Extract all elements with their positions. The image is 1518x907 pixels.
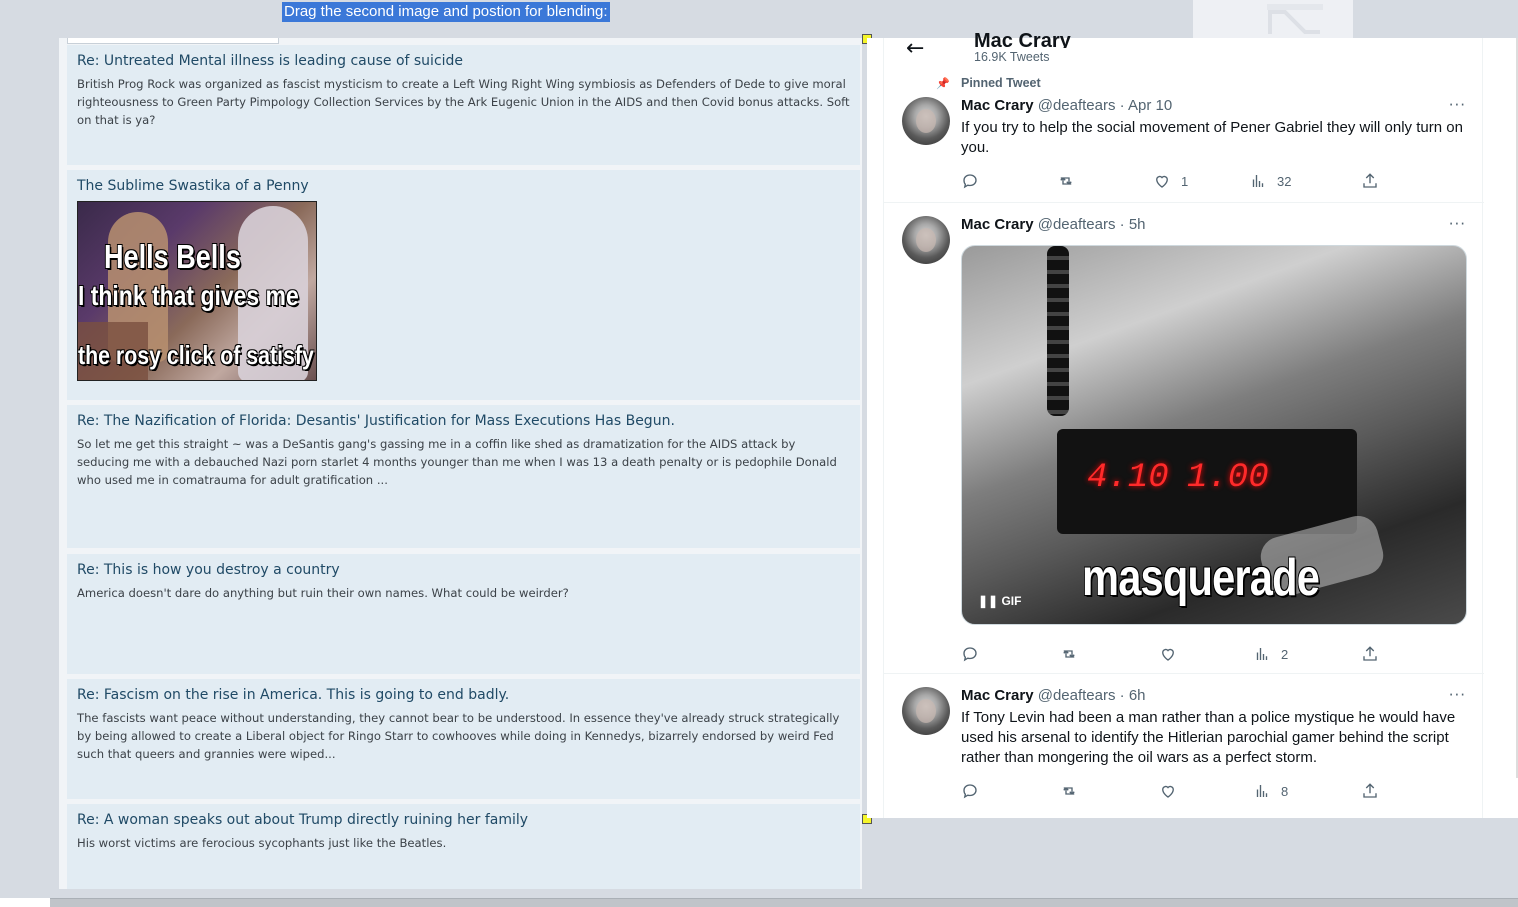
- reply-icon[interactable]: [961, 782, 979, 800]
- views-icon[interactable]: [1249, 172, 1267, 190]
- post-excerpt: British Prog Rock was organized as fasci…: [77, 77, 850, 127]
- share-icon[interactable]: [1361, 645, 1379, 663]
- tweet-card[interactable]: Mac Crary @deaftears · 5h ··· 4.10 1.00 …: [884, 203, 1484, 674]
- post-title-link[interactable]: Re: Untreated Mental illness is leading …: [77, 52, 850, 70]
- tweet-text: If Tony Levin had been a man rather than…: [961, 709, 1456, 766]
- feed-post[interactable]: Re: The Nazification of Florida: Desanti…: [67, 405, 860, 548]
- tweet-actions: 8: [961, 782, 1391, 802]
- tweet-handle-time: @deaftears · 6h: [1037, 687, 1146, 704]
- feed-tab-edge: [67, 38, 279, 44]
- meter-left-reading: 4.10: [1087, 459, 1169, 497]
- post-excerpt: His worst victims are ferocious sycophan…: [77, 836, 447, 850]
- more-icon[interactable]: ···: [1449, 215, 1466, 233]
- feed-post[interactable]: Re: Untreated Mental illness is leading …: [67, 45, 860, 165]
- avatar[interactable]: [902, 687, 950, 735]
- meme-image[interactable]: Hells Bells I think that gives me the ro…: [77, 201, 317, 381]
- view-count: 8: [1281, 783, 1289, 799]
- post-title-link[interactable]: Re: This is how you destroy a country: [77, 561, 850, 579]
- pin-icon: 📌: [936, 77, 950, 90]
- back-arrow-icon[interactable]: ←: [906, 36, 924, 61]
- meme-text-line: the rosy click of satisfy: [78, 340, 314, 370]
- horizontal-scrollbar[interactable]: [50, 898, 1518, 907]
- more-icon[interactable]: ···: [1449, 96, 1466, 114]
- tweet-actions: 1 32: [961, 172, 1391, 192]
- post-title-link[interactable]: Re: Fascism on the rise in America. This…: [77, 686, 850, 704]
- tweet-actions: 2: [961, 645, 1391, 665]
- retweet-icon[interactable]: [1057, 172, 1075, 190]
- tweet-card[interactable]: 📌 Pinned Tweet Mac Crary @deaftears · Ap…: [884, 76, 1484, 203]
- tweet-author-name[interactable]: Mac Crary: [961, 687, 1034, 704]
- gif-caption: masquerade: [1082, 549, 1320, 607]
- tweet-author-name[interactable]: Mac Crary: [961, 97, 1034, 114]
- feed-post[interactable]: The Sublime Swastika of a Penny Hells Be…: [67, 170, 860, 400]
- feed-post[interactable]: Re: Fascism on the rise in America. This…: [67, 679, 860, 799]
- view-count: 2: [1281, 646, 1289, 662]
- gif-pause-badge[interactable]: ❚❚ GIF: [978, 594, 1021, 608]
- post-title-link[interactable]: Re: A woman speaks out about Trump direc…: [77, 811, 850, 829]
- reply-icon[interactable]: [961, 645, 979, 663]
- tweet-handle-time: @deaftears · 5h: [1037, 216, 1146, 233]
- pause-icon: ❚❚: [978, 594, 999, 608]
- like-icon[interactable]: [1153, 172, 1171, 190]
- twitter-timeline: ← Mac Crary 16.9K Tweets 📌 Pinned Tweet …: [883, 30, 1484, 818]
- tweet-author-name[interactable]: Mac Crary: [961, 216, 1034, 233]
- gif-badge-label: GIF: [1001, 594, 1022, 608]
- like-count: 1: [1181, 173, 1189, 189]
- meter-right-reading: 1.00: [1187, 459, 1269, 497]
- bottom-left-edge: [0, 898, 50, 907]
- forum-feed-panel: Re: Untreated Mental illness is leading …: [59, 38, 862, 889]
- like-icon[interactable]: [1159, 782, 1177, 800]
- retweet-icon[interactable]: [1060, 645, 1078, 663]
- ghost-logo-box: [1193, 0, 1353, 38]
- meme-text-line: I think that gives me: [78, 280, 299, 311]
- faded-logo-icon: [1267, 4, 1323, 34]
- profile-name: Mac Crary: [974, 30, 1071, 48]
- tweet-card[interactable]: Mac Crary @deaftears · 6h ··· If Tony Le…: [884, 674, 1484, 814]
- retweet-icon[interactable]: [1060, 782, 1078, 800]
- feed-post[interactable]: Re: A woman speaks out about Trump direc…: [67, 804, 860, 889]
- taxi-meter-display: 4.10 1.00: [1057, 429, 1357, 534]
- share-icon[interactable]: [1361, 172, 1379, 190]
- reply-icon[interactable]: [961, 172, 979, 190]
- feed-post[interactable]: Re: This is how you destroy a country Am…: [67, 554, 860, 674]
- like-icon[interactable]: [1159, 645, 1177, 663]
- tweet-text: If you try to help the social movement o…: [961, 119, 1463, 156]
- share-icon[interactable]: [1361, 782, 1379, 800]
- views-icon[interactable]: [1253, 645, 1271, 663]
- post-excerpt: So let me get this straight ~ was a DeSa…: [77, 437, 837, 487]
- post-title-link[interactable]: Re: The Nazification of Florida: Desanti…: [77, 412, 850, 430]
- twitter-overlay-image[interactable]: ← Mac Crary 16.9K Tweets 📌 Pinned Tweet …: [867, 30, 1518, 818]
- blend-instruction-label: Drag the second image and postion for bl…: [282, 2, 610, 22]
- tweet-gif-media[interactable]: 4.10 1.00 masquerade ❚❚ GIF: [961, 245, 1467, 625]
- post-excerpt: The fascists want peace without understa…: [77, 711, 840, 761]
- post-title-link[interactable]: The Sublime Swastika of a Penny: [77, 177, 850, 195]
- more-icon[interactable]: ···: [1449, 686, 1466, 704]
- avatar[interactable]: [902, 216, 950, 264]
- tweet-count: 16.9K Tweets: [974, 50, 1050, 64]
- pinned-label: Pinned Tweet: [961, 76, 1041, 90]
- avatar[interactable]: [902, 97, 950, 145]
- post-excerpt: America doesn't dare do anything but rui…: [77, 586, 569, 600]
- meme-text-line: Hells Bells: [104, 238, 241, 275]
- tweet-handle-time: @deaftears · Apr 10: [1037, 97, 1173, 114]
- views-icon[interactable]: [1253, 782, 1271, 800]
- view-count: 32: [1277, 173, 1292, 189]
